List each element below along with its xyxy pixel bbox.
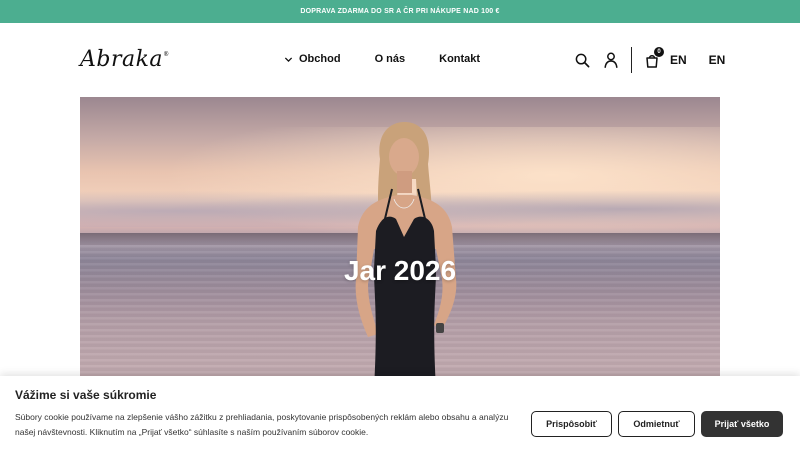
hero-banner[interactable]: Jar 2026: [80, 97, 720, 387]
chevron-down-icon: [284, 56, 293, 62]
nav-about[interactable]: O nás: [375, 53, 406, 65]
header-actions: 0 EN EN: [574, 47, 726, 73]
header-divider: [631, 47, 632, 73]
cart-button[interactable]: 0: [644, 47, 664, 68]
site-header: Abraka® Obchod O nás Kontakt 0 EN EN: [0, 23, 800, 97]
hero-model-image: [355, 121, 457, 387]
cookie-reject-button[interactable]: Odmietnuť: [618, 411, 695, 437]
nav-contact-label: Kontakt: [439, 53, 481, 65]
currency-language-switcher[interactable]: EN: [709, 53, 726, 67]
nav-about-label: O nás: [374, 53, 406, 65]
search-button[interactable]: [574, 52, 590, 68]
logo-text: Abraka: [80, 47, 164, 72]
nav-shop-label: Obchod: [299, 53, 341, 65]
logo[interactable]: Abraka®: [80, 47, 170, 72]
nav-shop[interactable]: Obchod: [284, 53, 341, 65]
account-button[interactable]: [603, 52, 619, 68]
cookie-banner: Vážime si vaše súkromie Súbory cookie po…: [0, 376, 800, 450]
cookie-accept-all-button[interactable]: Prijať všetko: [701, 411, 783, 437]
search-icon: [575, 53, 589, 67]
account-icon: [604, 52, 618, 68]
language-switcher[interactable]: EN: [670, 53, 687, 67]
cart-count-badge: 0: [654, 47, 664, 57]
cookie-title: Vážime si vaše súkromie: [15, 388, 157, 402]
nav-contact[interactable]: Kontakt: [439, 53, 480, 65]
promo-text: DOPRAVA ZDARMA DO SR A ČR PRI NÁKUPE NAD…: [300, 8, 500, 15]
cookie-customize-button[interactable]: Prispôsobiť: [531, 411, 612, 437]
promo-bar: DOPRAVA ZDARMA DO SR A ČR PRI NÁKUPE NAD…: [0, 0, 800, 23]
main-nav: Obchod O nás Kontakt: [284, 53, 480, 65]
hero-title: Jar 2026: [343, 255, 457, 286]
logo-mark: ®: [163, 51, 170, 58]
cookie-text: Súbory cookie používame na zlepšenie váš…: [15, 412, 509, 437]
